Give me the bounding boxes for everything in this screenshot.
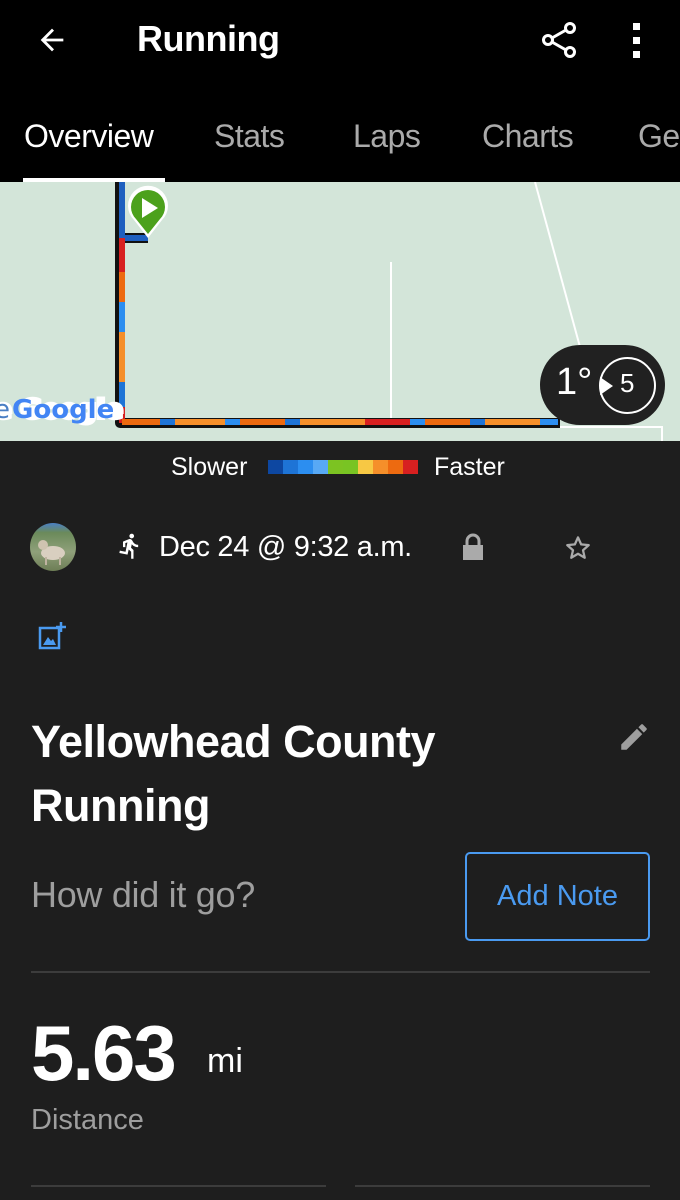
legend-slower-label: Slower [171, 453, 248, 481]
star-outline-icon[interactable] [563, 533, 593, 563]
map-road [560, 426, 663, 441]
share-button[interactable] [538, 18, 582, 62]
svg-text:Google: Google [12, 395, 114, 425]
avatar-image [38, 540, 65, 565]
legend-swatch [283, 460, 298, 474]
legend-color-bar [268, 460, 418, 474]
distance-label: Distance [31, 1104, 144, 1136]
avatar[interactable] [30, 523, 76, 571]
more-vert-icon [633, 23, 640, 58]
activity-meta-row: Dec 24 @ 9:32 a.m. [0, 515, 680, 579]
arrow-left-icon [40, 28, 64, 52]
tab-overview[interactable]: Overview [24, 118, 154, 155]
google-logo: e Google e Google [0, 393, 125, 427]
divider [31, 971, 650, 973]
play-marker-icon[interactable] [128, 185, 169, 238]
activity-date: Dec 24 @ 9:32 a.m. [159, 531, 412, 563]
divider [31, 1185, 326, 1187]
distance-value: 5.63 [31, 1009, 177, 1097]
tab-bar: Overview Stats Laps Charts Ge [0, 110, 680, 182]
route-map[interactable]: e Google e Google 1° 5 [0, 182, 680, 441]
note-prompt: How did it go? [31, 874, 255, 915]
legend-swatch [298, 460, 313, 474]
legend-swatch [388, 460, 403, 474]
tab-laps[interactable]: Laps [353, 118, 421, 155]
legend-swatch [358, 460, 373, 474]
badge-value: 1° [556, 361, 593, 403]
distance-unit: mi [207, 1042, 243, 1080]
tab-gear[interactable]: Ge [638, 118, 680, 155]
legend-swatch [403, 460, 418, 474]
lock-icon[interactable] [460, 532, 486, 562]
divider [355, 1185, 650, 1187]
app-bar: Running Overview Stats Laps Charts Ge [0, 0, 680, 182]
tab-charts[interactable]: Charts [482, 118, 574, 155]
more-options-button[interactable] [622, 18, 652, 62]
edit-pencil-icon[interactable] [617, 720, 651, 754]
legend-faster-label: Faster [434, 453, 505, 481]
back-button[interactable] [30, 18, 74, 62]
route-outline [115, 182, 560, 428]
running-icon [119, 533, 139, 559]
share-icon [542, 22, 576, 58]
legend-swatch [343, 460, 358, 474]
legend-swatch [313, 460, 328, 474]
pace-legend: Slower Faster [0, 441, 680, 496]
map-badge[interactable]: 1° 5 [540, 345, 665, 425]
add-note-button[interactable]: Add Note [465, 852, 650, 941]
tab-stats[interactable]: Stats [214, 118, 285, 155]
add-photo-icon[interactable] [38, 621, 68, 651]
badge-arrow-icon [600, 377, 613, 395]
activity-title: Yellowhead County Running [31, 716, 436, 831]
legend-swatch [373, 460, 388, 474]
legend-swatch [328, 460, 343, 474]
map-road [534, 182, 581, 348]
svg-text:e: e [0, 395, 10, 425]
page-title: Running [137, 18, 280, 59]
legend-swatch [268, 460, 283, 474]
badge-count: 5 [620, 368, 635, 398]
